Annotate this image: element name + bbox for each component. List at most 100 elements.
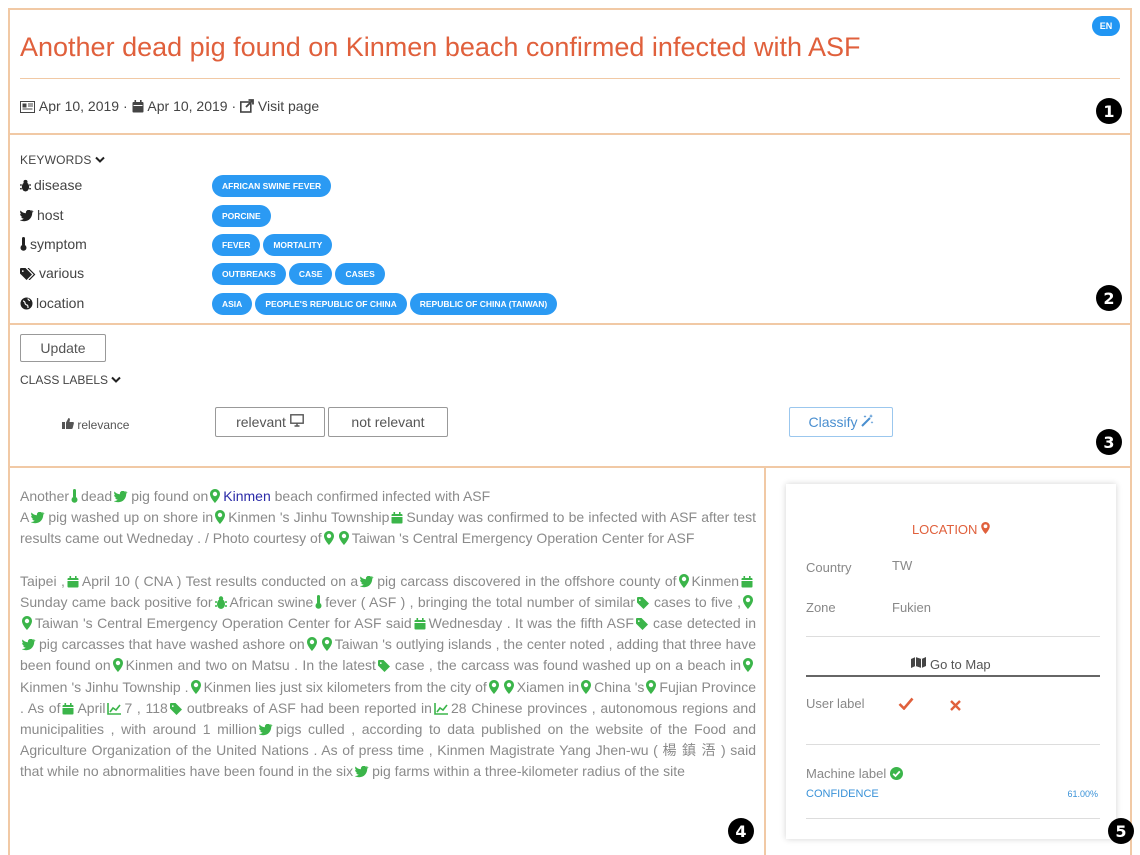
keyword-tag[interactable]: AFRICAN SWINE FEVER [212,175,332,197]
section-number-4: 4 [728,818,754,844]
keyword-row-various: various OUTBREAKS CASE CASES [20,263,1100,287]
class-labels-heading: CLASS LABELS [20,373,109,387]
calendar-icon [132,98,144,114]
calendar-icon [414,618,426,630]
location-link[interactable]: Kinmen [223,488,270,504]
map-pin-icon [307,637,317,651]
map-icon [911,657,927,672]
newspaper-icon [20,98,35,114]
classify-button[interactable]: Classify [789,407,893,437]
machine-label: Machine label [806,766,903,781]
map-pin-icon [339,531,349,545]
calendar-icon [67,576,79,588]
thermometer-icon [71,489,78,503]
map-pin-icon [113,658,123,672]
keyword-tag[interactable]: FEVER [212,234,261,256]
keyword-tag[interactable]: REPUBLIC OF CHINA (TAIWAN) [409,293,558,315]
card-divider [806,818,1100,819]
keyword-tags: AFRICAN SWINE FEVER [212,175,332,197]
keyword-tag[interactable]: CASE [288,263,333,285]
map-pin-icon [322,637,332,651]
go-to-map-label: Go to Map [929,657,991,672]
check-circle-icon [889,766,903,781]
map-pin-icon [743,658,753,672]
keyword-tag[interactable]: MORTALITY [263,234,333,256]
keyword-tag[interactable]: PORCINE [212,205,271,227]
section-number-2: 2 [1096,285,1122,311]
keyword-category-name: location [36,295,85,311]
machine-label-text: Machine label [806,766,887,781]
confidence-label: CONFIDENCE [806,788,879,800]
magic-wand-icon [860,414,874,430]
relevance-label-text: relevance [77,418,130,432]
tag-icon [170,703,184,715]
close-icon[interactable] [950,698,961,716]
bird-icon [355,766,369,778]
external-link-icon[interactable] [240,98,254,114]
bird-icon [19,207,37,223]
chart-icon [434,703,448,715]
section-number-5: 5 [1108,818,1134,844]
keywords-toggle[interactable]: KEYWORDS [20,153,105,167]
update-button[interactable]: Update [20,334,106,362]
article-meta: Apr 10, 2019 · Apr 10, 2019 · Visit page [20,98,319,114]
relevance-label: relevance [62,418,129,432]
keyword-category-name: host [37,207,64,223]
keyword-row-symptom: symptom FEVER MORTALITY [20,234,1100,258]
keyword-category-label: location [20,295,84,311]
chevron-down-icon [111,373,122,387]
relevant-button[interactable]: relevant [215,407,325,437]
language-badge[interactable]: EN [1092,16,1120,36]
bug-icon [20,177,34,193]
map-pin-icon [324,531,334,545]
classify-button-label: Classify [808,414,858,430]
chevron-down-icon [95,153,105,167]
card-divider [806,675,1100,677]
calendar-icon [391,512,403,524]
relevant-button-label: relevant [236,414,286,430]
bird-icon [259,724,273,736]
map-pin-icon [646,680,656,694]
bug-icon [215,596,227,609]
keyword-tags: PORCINE [212,205,271,227]
keyword-tags: OUTBREAKS CASE CASES [212,263,385,285]
keyword-row-location: location ASIA PEOPLE'S REPUBLIC OF CHINA… [20,293,1100,317]
thermometer-icon [315,595,322,609]
keyword-tag[interactable]: ASIA [212,293,253,315]
keyword-row-host: host PORCINE [19,205,1100,229]
map-pin-icon [215,510,225,524]
bird-icon [114,491,128,503]
keyword-tags: ASIA PEOPLE'S REPUBLIC OF CHINA REPUBLIC… [212,293,558,315]
meta-separator: · [231,98,237,114]
visit-page-link[interactable]: Visit page [258,98,319,114]
go-to-map-button[interactable]: Go to Map [786,656,1116,672]
article-header-panel: Another dead pig found on Kinmen beach c… [8,8,1132,135]
article-headline-paragraph: Another dead pig found on Kinmen beach conf… [20,488,756,547]
card-divider [806,744,1100,745]
bird-icon [22,639,36,651]
tag-icon [378,660,392,672]
globe-icon [20,295,36,311]
class-labels-panel: Update CLASS LABELS relevance relevant n… [8,323,1132,468]
keyword-tag[interactable]: PEOPLE'S REPUBLIC OF CHINA [255,293,407,315]
published-date: Apr 10, 2019 [38,98,120,114]
map-pin-icon [489,680,499,694]
class-labels-toggle[interactable]: CLASS LABELS [20,373,122,387]
map-pin-icon [504,680,514,694]
keyword-tag[interactable]: OUTBREAKS [212,263,286,285]
location-card: LOCATION Country TW Zone Fukien Go to Ma… [786,484,1116,839]
map-pin-icon [22,616,32,630]
tags-icon [20,265,39,281]
keyword-tag[interactable]: CASES [335,263,385,285]
not-relevant-button[interactable]: not relevant [328,407,448,437]
card-divider [806,636,1100,637]
section-number-1: 1 [1096,98,1122,124]
keywords-panel: KEYWORDS disease AFRICAN SWINE FEVER hos… [8,133,1132,325]
keyword-row-disease: disease AFRICAN SWINE FEVER [20,175,1100,199]
section-number-3: 3 [1096,429,1122,455]
keyword-category-label: various [20,265,84,281]
map-pin-icon [743,595,753,609]
bird-icon [360,576,374,588]
article-title: Another dead pig found on Kinmen beach c… [20,32,861,62]
check-icon[interactable] [898,697,914,715]
